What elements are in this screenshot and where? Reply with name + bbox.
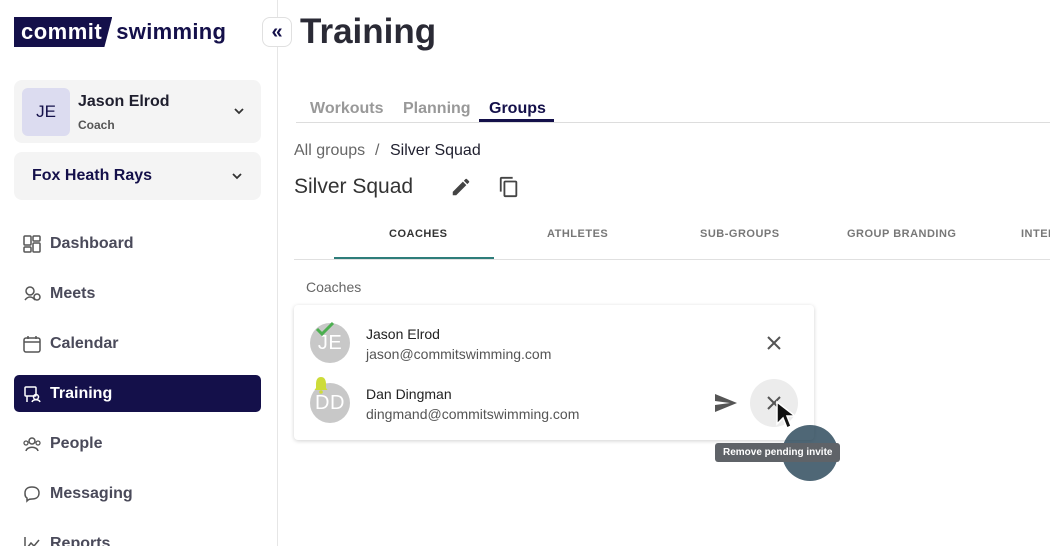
tab-coaches[interactable]: COACHES	[389, 228, 448, 240]
resend-invite-button[interactable]	[709, 386, 743, 420]
user-switcher[interactable]: JE Jason Elrod Coach	[14, 80, 261, 143]
nav-label: Reports	[50, 534, 111, 546]
page-title: Training	[300, 12, 437, 51]
coaches-list: JE Jason Elrod jason@commitswimming.com …	[294, 305, 814, 440]
coach-name: Jason Elrod	[366, 326, 440, 342]
tab-groups[interactable]: Groups	[489, 100, 546, 118]
copy-group-button[interactable]	[497, 175, 521, 199]
list-item: DD Dan Dingman dingmand@commitswimming.c…	[294, 365, 814, 427]
nav-item-dashboard[interactable]: Dashboard	[14, 225, 261, 262]
people-icon	[22, 434, 42, 454]
nav-label: Messaging	[50, 484, 133, 502]
nav-label: Meets	[50, 284, 96, 302]
sidebar: commit swimming JE Jason Elrod Coach Fox…	[0, 0, 278, 546]
nav-item-people[interactable]: People	[14, 425, 261, 462]
top-tabs: Workouts Planning Groups	[296, 98, 1050, 123]
nav-label: Training	[50, 384, 113, 402]
active-tab-indicator	[479, 119, 554, 122]
dashboard-icon	[22, 234, 42, 254]
meets-icon	[22, 284, 42, 304]
breadcrumb-separator: /	[375, 142, 380, 159]
reports-icon	[22, 534, 42, 546]
tab-group-branding[interactable]: GROUP BRANDING	[847, 228, 956, 240]
logo-commit-text: commit	[14, 17, 113, 47]
nav-item-calendar[interactable]: Calendar	[14, 325, 261, 362]
nav-label: Calendar	[50, 334, 119, 352]
pending-bell-icon	[314, 377, 328, 394]
nav-label: Dashboard	[50, 234, 134, 252]
logo-swimming-text: swimming	[116, 19, 227, 44]
section-label: Coaches	[306, 279, 362, 295]
edit-group-button[interactable]	[449, 175, 473, 199]
tooltip: Remove pending invite	[715, 443, 841, 462]
close-icon	[767, 336, 781, 350]
nav-label: People	[50, 434, 103, 452]
coach-email: jason@commitswimming.com	[366, 346, 552, 362]
nav-item-messaging[interactable]: Messaging	[14, 475, 261, 512]
check-badge-icon	[315, 321, 335, 337]
user-name: Jason Elrod	[78, 93, 170, 110]
coach-name: Dan Dingman	[366, 386, 452, 402]
logo[interactable]: commit swimming	[14, 17, 226, 47]
nav-item-meets[interactable]: Meets	[14, 275, 261, 312]
pencil-icon	[452, 178, 470, 196]
collapse-sidebar-button[interactable]: «	[262, 17, 292, 47]
remove-coach-button[interactable]	[757, 326, 791, 360]
team-switcher[interactable]: Fox Heath Rays	[14, 152, 261, 200]
group-sub-tabs: COACHES ATHLETES SUB-GROUPS GROUP BRANDI…	[294, 218, 1050, 260]
tab-planning[interactable]: Planning	[403, 100, 471, 118]
mouse-cursor-icon	[776, 400, 798, 430]
tab-sub-groups[interactable]: SUB-GROUPS	[700, 228, 780, 240]
active-sub-tab-indicator	[334, 257, 494, 259]
calendar-icon	[22, 334, 42, 354]
breadcrumb-current: Silver Squad	[390, 142, 481, 159]
tab-integrations[interactable]: INTEN	[1021, 228, 1050, 240]
send-icon	[715, 394, 737, 412]
nav-item-training[interactable]: Training	[14, 375, 261, 412]
copy-icon	[499, 176, 518, 198]
chevron-down-icon	[232, 173, 242, 180]
group-title: Silver Squad	[294, 175, 414, 198]
list-item: JE Jason Elrod jason@commitswimming.com	[294, 305, 814, 365]
nav-item-reports[interactable]: Reports	[14, 525, 261, 546]
chevron-down-icon	[234, 108, 244, 115]
tab-workouts[interactable]: Workouts	[310, 100, 383, 118]
messaging-icon	[22, 484, 42, 504]
training-icon	[22, 384, 42, 404]
user-role: Coach	[78, 118, 115, 132]
team-name: Fox Heath Rays	[32, 167, 153, 184]
breadcrumb-all-groups[interactable]: All groups	[294, 142, 365, 160]
user-avatar: JE	[22, 88, 70, 136]
coach-email: dingmand@commitswimming.com	[366, 406, 580, 422]
tab-athletes[interactable]: ATHLETES	[547, 228, 608, 240]
